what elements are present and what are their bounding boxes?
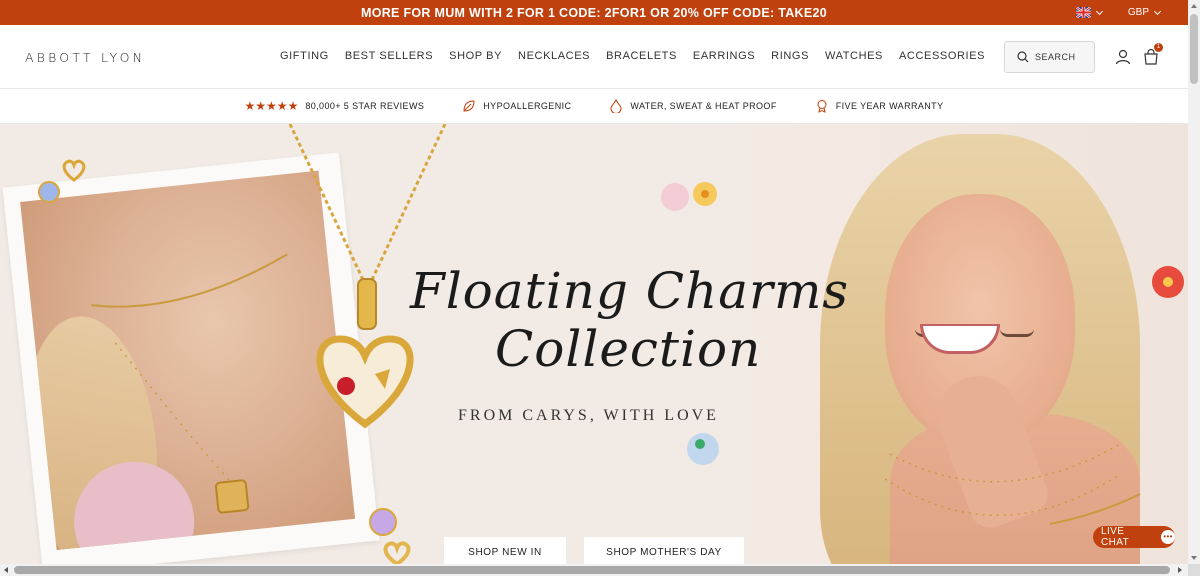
promo-text[interactable]: MORE FOR MUM WITH 2 FOR 1 CODE: 2FOR1 OR… [361, 6, 827, 20]
scroll-down-arrow-icon[interactable] [1190, 554, 1198, 562]
heart-charm-icon [383, 541, 411, 564]
nav-item-bracelets[interactable]: BRACELETS [606, 50, 677, 62]
award-ribbon-icon [817, 100, 827, 113]
eye-shape [1000, 329, 1034, 337]
scroll-up-arrow-icon[interactable] [1190, 2, 1198, 10]
main-nav: GIFTING BEST SELLERS SHOP BY NECKLACES B… [280, 50, 985, 62]
hero-title-line-2: Collection [495, 320, 762, 378]
hero-subtitle: FROM CARYS, WITH LOVE [458, 407, 719, 424]
heart-charm-icon [62, 159, 86, 182]
model-portrait-image [770, 124, 1188, 564]
hero-title-line-1: Floating Charms [410, 262, 850, 320]
uk-flag-icon [1075, 7, 1091, 18]
live-chat-label: LIVE CHAT [1101, 526, 1130, 548]
nav-item-gifting[interactable]: GIFTING [280, 50, 329, 62]
water-drop-icon [610, 99, 622, 113]
nav-item-earrings[interactable]: EARRINGS [693, 50, 755, 62]
scroll-left-arrow-icon[interactable] [2, 566, 10, 574]
gem-charm-icon [38, 181, 60, 203]
star-rating-icon: ★★★★★ [244, 99, 299, 113]
shop-new-in-button[interactable]: SHOP NEW IN [444, 537, 566, 564]
hero-banner[interactable]: Floating Charms Collection FROM CARYS, W… [0, 124, 1188, 564]
search-label: SEARCH [1035, 52, 1076, 62]
nav-item-necklaces[interactable]: NECKLACES [518, 50, 590, 62]
usp-reviews[interactable]: ★★★★★ 80,000+ 5 STAR REVIEWS [245, 99, 425, 113]
scrollbar-corner [1188, 564, 1200, 576]
vertical-scroll-thumb[interactable] [1190, 14, 1198, 84]
chat-bubble-icon: ••• [1161, 530, 1175, 544]
nav-item-rings[interactable]: RINGS [771, 50, 809, 62]
search-box[interactable]: SEARCH [1004, 41, 1095, 73]
page: MORE FOR MUM WITH 2 FOR 1 CODE: 2FOR1 OR… [0, 0, 1200, 576]
account-icon[interactable] [1114, 48, 1132, 66]
site-header: ABBOTT LYON GIFTING BEST SELLERS SHOP BY… [0, 25, 1188, 89]
logo[interactable]: ABBOTT LYON [25, 50, 145, 65]
gem-charm-icon [369, 508, 397, 536]
flower-decoration [661, 182, 717, 211]
leaf-icon [463, 100, 475, 112]
usp-reviews-label: 80,000+ 5 STAR REVIEWS [305, 101, 425, 111]
usp-warranty-label: FIVE YEAR WARRANTY [835, 101, 944, 111]
usp-warranty: FIVE YEAR WARRANTY [815, 99, 944, 113]
flower-decoration [687, 433, 719, 465]
cart-count-badge: 1 [1154, 43, 1163, 52]
usp-waterproof-label: WATER, SWEAT & HEAT PROOF [630, 101, 777, 111]
scroll-right-arrow-icon[interactable] [1176, 566, 1184, 574]
locale-controls: GBP [1075, 0, 1162, 25]
usp-hypoallergenic-label: HYPOALLERGENIC [483, 101, 572, 111]
usp-waterproof: WATER, SWEAT & HEAT PROOF [609, 99, 776, 113]
nav-item-shop-by[interactable]: SHOP BY [449, 50, 502, 62]
usp-bar: ★★★★★ 80,000+ 5 STAR REVIEWS HYPOALLERGE… [0, 89, 1188, 124]
nav-item-watches[interactable]: WATCHES [825, 50, 883, 62]
horizontal-scrollbar[interactable] [0, 564, 1188, 576]
nav-item-best-sellers[interactable]: BEST SELLERS [345, 50, 433, 62]
usp-hypoallergenic: HYPOALLERGENIC [462, 99, 571, 113]
currency-label: GBP [1127, 7, 1149, 18]
vertical-scrollbar[interactable] [1188, 0, 1200, 564]
live-chat-button[interactable]: LIVE CHAT ••• [1093, 526, 1175, 548]
currency-selector[interactable]: GBP [1127, 7, 1162, 18]
horizontal-scroll-thumb[interactable] [14, 566, 1170, 574]
country-selector[interactable] [1075, 7, 1103, 18]
chevron-down-icon [1153, 7, 1162, 15]
chevron-down-icon [1095, 7, 1103, 15]
nav-item-accessories[interactable]: ACCESSORIES [899, 50, 985, 62]
search-icon [1017, 51, 1029, 63]
shop-mothers-day-button[interactable]: SHOP MOTHER'S DAY [584, 537, 744, 564]
promo-bar[interactable]: MORE FOR MUM WITH 2 FOR 1 CODE: 2FOR1 OR… [0, 0, 1188, 25]
